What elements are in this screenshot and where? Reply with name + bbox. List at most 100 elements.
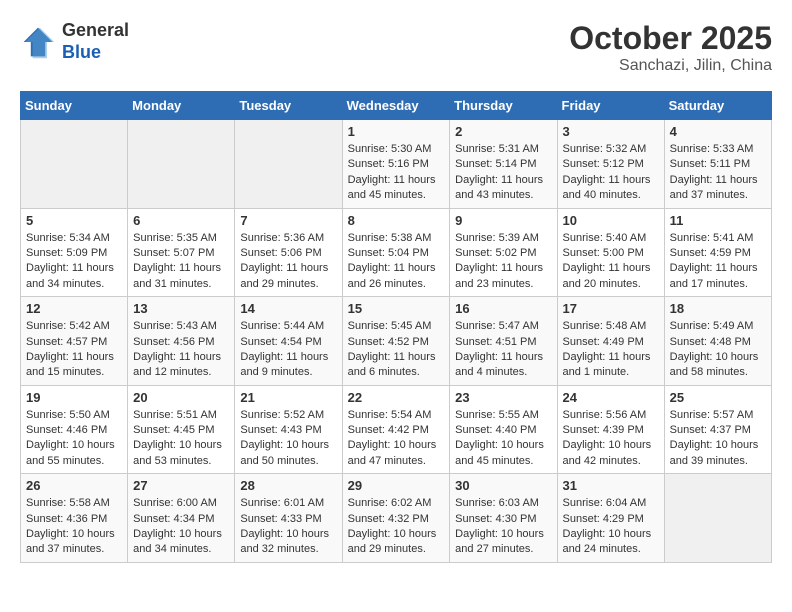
calendar-day-cell: 16Sunrise: 5:47 AM Sunset: 4:51 PM Dayli… xyxy=(450,297,557,386)
day-number: 29 xyxy=(348,478,445,493)
day-number: 6 xyxy=(133,213,229,228)
calendar-day-cell: 22 Sunrise: 5:54 AM Sunset: 4:42 PM Dayli… xyxy=(342,385,450,474)
logo: General Blue xyxy=(20,20,129,63)
calendar-day-cell xyxy=(21,120,128,209)
day-number: 4 xyxy=(670,124,766,139)
day-number: 15 xyxy=(348,301,445,316)
calendar-day-cell: 30Sunrise: 6:03 AM Sunset: 4:30 PM Dayli… xyxy=(450,474,557,563)
day-number: 26 xyxy=(26,478,122,493)
day-number: 25 xyxy=(670,390,766,405)
calendar-week-row: 12Sunrise: 5:42 AM Sunset: 4:57 PM Dayli… xyxy=(21,297,772,386)
calendar-day-cell: 29Sunrise: 6:02 AM Sunset: 4:32 PM Dayli… xyxy=(342,474,450,563)
logo-text: General Blue xyxy=(62,20,129,63)
calendar-day-cell xyxy=(235,120,342,209)
day-info: Sunrise: 5:44 AM Sunset: 4:54 PM Dayligh… xyxy=(240,319,336,381)
day-info: Sunrise: 5:49 AM Sunset: 4:48 PM Dayligh… xyxy=(670,319,766,381)
calendar-day-cell: 31 Sunrise: 6:04 AM Sunset: 4:29 PM Dayli… xyxy=(557,474,664,563)
day-of-week-header: Sunday xyxy=(21,92,128,120)
calendar-title: October 2025 xyxy=(569,20,772,57)
day-number: 21 xyxy=(240,390,336,405)
calendar-day-cell: 5Sunrise: 5:34 AM Sunset: 5:09 PM Daylig… xyxy=(21,208,128,297)
day-number: 27 xyxy=(133,478,229,493)
day-of-week-header: Friday xyxy=(557,92,664,120)
calendar-day-cell: 14 Sunrise: 5:44 AM Sunset: 4:54 PM Dayli… xyxy=(235,297,342,386)
day-number: 1 xyxy=(348,124,445,139)
calendar-subtitle: Sanchazi, Jilin, China xyxy=(569,57,772,75)
calendar-day-cell: 21 Sunrise: 5:52 AM Sunset: 4:43 PM Dayli… xyxy=(235,385,342,474)
day-number: 14 xyxy=(240,301,336,316)
day-info: Sunrise: 5:52 AM Sunset: 4:43 PM Dayligh… xyxy=(240,408,336,470)
day-number: 2 xyxy=(455,124,551,139)
calendar-week-row: 1 Sunrise: 5:30 AM Sunset: 5:16 PM Daylig… xyxy=(21,120,772,209)
logo-icon xyxy=(20,24,56,60)
day-info: Sunrise: 5:36 AM Sunset: 5:06 PM Dayligh… xyxy=(240,231,336,293)
day-info: Sunrise: 5:45 AM Sunset: 4:52 PM Dayligh… xyxy=(348,319,445,381)
day-number: 18 xyxy=(670,301,766,316)
calendar-day-cell: 20Sunrise: 5:51 AM Sunset: 4:45 PM Dayli… xyxy=(128,385,235,474)
day-number: 24 xyxy=(563,390,659,405)
day-number: 22 xyxy=(348,390,445,405)
day-of-week-header: Wednesday xyxy=(342,92,450,120)
day-number: 17 xyxy=(563,301,659,316)
title-block: October 2025 Sanchazi, Jilin, China xyxy=(569,20,772,75)
day-info: Sunrise: 5:56 AM Sunset: 4:39 PM Dayligh… xyxy=(563,408,659,470)
day-of-week-header: Thursday xyxy=(450,92,557,120)
day-number: 8 xyxy=(348,213,445,228)
calendar-day-cell: 28Sunrise: 6:01 AM Sunset: 4:33 PM Dayli… xyxy=(235,474,342,563)
calendar-day-cell xyxy=(664,474,771,563)
day-number: 23 xyxy=(455,390,551,405)
calendar-day-cell: 2 Sunrise: 5:31 AM Sunset: 5:14 PM Daylig… xyxy=(450,120,557,209)
day-info: Sunrise: 5:48 AM Sunset: 4:49 PM Dayligh… xyxy=(563,319,659,381)
day-number: 10 xyxy=(563,213,659,228)
day-number: 3 xyxy=(563,124,659,139)
day-info: Sunrise: 5:57 AM Sunset: 4:37 PM Dayligh… xyxy=(670,408,766,470)
day-info: Sunrise: 5:31 AM Sunset: 5:14 PM Dayligh… xyxy=(455,142,551,204)
day-info: Sunrise: 5:54 AM Sunset: 4:42 PM Dayligh… xyxy=(348,408,445,470)
calendar-day-cell xyxy=(128,120,235,209)
calendar-day-cell: 15 Sunrise: 5:45 AM Sunset: 4:52 PM Dayli… xyxy=(342,297,450,386)
calendar-day-cell: 17 Sunrise: 5:48 AM Sunset: 4:49 PM Dayli… xyxy=(557,297,664,386)
calendar-day-cell: 8 Sunrise: 5:38 AM Sunset: 5:04 PM Daylig… xyxy=(342,208,450,297)
day-info: Sunrise: 5:51 AM Sunset: 4:45 PM Dayligh… xyxy=(133,408,229,470)
day-info: Sunrise: 5:58 AM Sunset: 4:36 PM Dayligh… xyxy=(26,496,122,558)
calendar-header-row: SundayMondayTuesdayWednesdayThursdayFrid… xyxy=(21,92,772,120)
calendar-day-cell: 11Sunrise: 5:41 AM Sunset: 4:59 PM Dayli… xyxy=(664,208,771,297)
day-info: Sunrise: 6:01 AM Sunset: 4:33 PM Dayligh… xyxy=(240,496,336,558)
day-info: Sunrise: 5:38 AM Sunset: 5:04 PM Dayligh… xyxy=(348,231,445,293)
day-number: 16 xyxy=(455,301,551,316)
day-info: Sunrise: 6:04 AM Sunset: 4:29 PM Dayligh… xyxy=(563,496,659,558)
calendar-day-cell: 23 Sunrise: 5:55 AM Sunset: 4:40 PM Dayli… xyxy=(450,385,557,474)
calendar-day-cell: 6Sunrise: 5:35 AM Sunset: 5:07 PM Daylig… xyxy=(128,208,235,297)
day-info: Sunrise: 5:50 AM Sunset: 4:46 PM Dayligh… xyxy=(26,408,122,470)
day-of-week-header: Tuesday xyxy=(235,92,342,120)
day-number: 9 xyxy=(455,213,551,228)
calendar-day-cell: 10 Sunrise: 5:40 AM Sunset: 5:00 PM Dayli… xyxy=(557,208,664,297)
day-number: 7 xyxy=(240,213,336,228)
day-info: Sunrise: 5:32 AM Sunset: 5:12 PM Dayligh… xyxy=(563,142,659,204)
day-info: Sunrise: 5:30 AM Sunset: 5:16 PM Dayligh… xyxy=(348,142,445,204)
calendar-day-cell: 18 Sunrise: 5:49 AM Sunset: 4:48 PM Dayli… xyxy=(664,297,771,386)
calendar-day-cell: 25 Sunrise: 5:57 AM Sunset: 4:37 PM Dayli… xyxy=(664,385,771,474)
day-info: Sunrise: 6:00 AM Sunset: 4:34 PM Dayligh… xyxy=(133,496,229,558)
page-header: General Blue October 2025 Sanchazi, Jili… xyxy=(20,20,772,75)
day-info: Sunrise: 5:43 AM Sunset: 4:56 PM Dayligh… xyxy=(133,319,229,381)
day-number: 31 xyxy=(563,478,659,493)
calendar-day-cell: 26 Sunrise: 5:58 AM Sunset: 4:36 PM Dayli… xyxy=(21,474,128,563)
calendar-day-cell: 12Sunrise: 5:42 AM Sunset: 4:57 PM Dayli… xyxy=(21,297,128,386)
day-number: 19 xyxy=(26,390,122,405)
calendar-day-cell: 13Sunrise: 5:43 AM Sunset: 4:56 PM Dayli… xyxy=(128,297,235,386)
calendar-table: SundayMondayTuesdayWednesdayThursdayFrid… xyxy=(20,91,772,563)
day-info: Sunrise: 5:33 AM Sunset: 5:11 PM Dayligh… xyxy=(670,142,766,204)
calendar-week-row: 5Sunrise: 5:34 AM Sunset: 5:09 PM Daylig… xyxy=(21,208,772,297)
calendar-week-row: 26 Sunrise: 5:58 AM Sunset: 4:36 PM Dayli… xyxy=(21,474,772,563)
day-info: Sunrise: 5:55 AM Sunset: 4:40 PM Dayligh… xyxy=(455,408,551,470)
day-number: 11 xyxy=(670,213,766,228)
day-of-week-header: Monday xyxy=(128,92,235,120)
day-info: Sunrise: 5:40 AM Sunset: 5:00 PM Dayligh… xyxy=(563,231,659,293)
day-number: 5 xyxy=(26,213,122,228)
day-info: Sunrise: 6:03 AM Sunset: 4:30 PM Dayligh… xyxy=(455,496,551,558)
calendar-day-cell: 3 Sunrise: 5:32 AM Sunset: 5:12 PM Daylig… xyxy=(557,120,664,209)
calendar-day-cell: 9 Sunrise: 5:39 AM Sunset: 5:02 PM Daylig… xyxy=(450,208,557,297)
day-info: Sunrise: 5:39 AM Sunset: 5:02 PM Dayligh… xyxy=(455,231,551,293)
calendar-day-cell: 1 Sunrise: 5:30 AM Sunset: 5:16 PM Daylig… xyxy=(342,120,450,209)
